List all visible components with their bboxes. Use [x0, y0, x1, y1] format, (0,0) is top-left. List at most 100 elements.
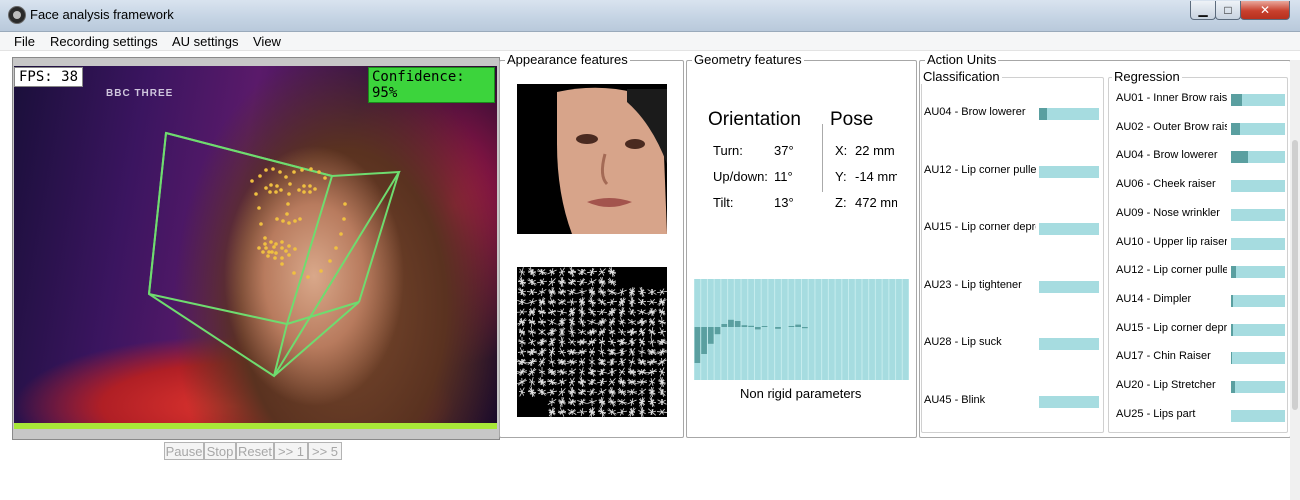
app-icon: [8, 6, 26, 24]
hog-cell: [607, 288, 617, 296]
landmark-point: [258, 174, 262, 178]
hog-cell: [646, 358, 658, 366]
regression-au-bar: [1231, 122, 1285, 135]
landmark-point: [288, 182, 292, 186]
pose-x-value: 22 mm: [855, 143, 895, 158]
hog-cell: [567, 288, 577, 296]
regression-au-bar: [1231, 294, 1285, 307]
regression-au-label: AU15 - Lip corner depressor: [1116, 321, 1227, 334]
hog-cell: [638, 286, 646, 298]
landmark-point: [269, 183, 273, 187]
menu-file[interactable]: File: [14, 34, 35, 49]
landmark-point: [263, 242, 267, 246]
hog-cell: [587, 296, 597, 308]
regression-au-bar: [1231, 208, 1285, 221]
facial-landmarks: [250, 167, 347, 279]
hog-cell: [607, 337, 617, 347]
geometry-features-title: Geometry features: [692, 52, 804, 67]
step-1-button[interactable]: >> 1: [274, 442, 308, 460]
minimize-button[interactable]: ▁: [1190, 1, 1216, 20]
regression-au-label: AU14 - Dimpler: [1116, 292, 1192, 305]
scrollbar-thumb[interactable]: [1292, 140, 1298, 410]
hog-cell: [648, 317, 656, 327]
hog-cell: [587, 307, 597, 317]
classification-au-label: AU28 - Lip suck: [924, 336, 1002, 348]
landmark-point: [302, 184, 306, 188]
hog-cell: [527, 307, 537, 317]
hog-cell: [597, 368, 607, 376]
stop-button[interactable]: Stop: [204, 442, 236, 460]
landmark-point: [257, 206, 261, 210]
hog-cell: [576, 408, 588, 416]
hog-cell: [627, 318, 637, 326]
hog-cell: [587, 318, 597, 326]
landmark-point: [250, 179, 254, 183]
action-units-title: Action Units: [925, 52, 999, 67]
appearance-features-title: Appearance features: [505, 52, 630, 67]
hog-cell: [607, 277, 617, 287]
maximize-button[interactable]: □: [1215, 1, 1241, 20]
landmark-point: [284, 249, 288, 253]
regression-au-bar: [1231, 237, 1285, 250]
hog-cell: [527, 386, 537, 398]
landmark-point: [293, 247, 297, 251]
hog-cell: [618, 367, 626, 377]
regression-au-label: AU04 - Brow lowerer: [1116, 149, 1218, 162]
hog-cell: [576, 278, 588, 286]
close-button[interactable]: ✕: [1240, 1, 1290, 20]
regression-au-bar-fill: [1231, 151, 1249, 164]
hog-cell: [606, 358, 618, 366]
landmark-point: [292, 170, 296, 174]
hog-cell: [617, 398, 627, 406]
classification-au-label: AU15 - Lip corner depressor: [924, 221, 1036, 233]
hog-cell: [517, 377, 527, 387]
landmark-point: [281, 219, 285, 223]
pause-button[interactable]: Pause: [164, 442, 204, 460]
step-5-button[interactable]: >> 5: [308, 442, 342, 460]
reset-button[interactable]: Reset: [236, 442, 274, 460]
hog-cell: [616, 338, 628, 346]
confidence-bar: [14, 423, 497, 429]
landmark-point: [273, 256, 277, 260]
hog-cell: [657, 327, 667, 337]
pose-x-label: X:: [835, 143, 848, 158]
hog-cell: [567, 267, 577, 278]
menu-view[interactable]: View: [253, 34, 281, 49]
hog-cell: [557, 347, 567, 357]
landmark-point: [269, 240, 273, 244]
landmark-point: [306, 275, 310, 279]
regression-au-bar-fill: [1231, 294, 1233, 307]
hog-cell: [606, 298, 618, 306]
landmark-point: [267, 250, 271, 254]
landmark-point: [264, 186, 268, 190]
hog-cell: [607, 267, 617, 277]
hog-cell: [568, 307, 576, 317]
hog-cell: [628, 357, 636, 367]
landmark-point: [274, 251, 278, 255]
nonrigid-bar: [761, 326, 768, 327]
hog-cell: [537, 388, 547, 396]
menu-au-settings[interactable]: AU settings: [172, 34, 238, 49]
hog-cell: [608, 386, 616, 398]
hog-cell: [636, 317, 648, 327]
classification-au-bar: [1039, 165, 1099, 178]
landmark-point: [287, 192, 291, 196]
landmark-point: [287, 253, 291, 257]
hog-cell: [519, 267, 525, 277]
hog-cell: [597, 297, 607, 307]
menu-recording-settings[interactable]: Recording settings: [50, 34, 158, 49]
hog-cell: [588, 347, 596, 357]
regression-au-label: AU25 - Lips part: [1116, 407, 1196, 420]
hog-cell: [628, 347, 636, 357]
hog-cell: [617, 387, 627, 397]
hog-cell: [526, 288, 538, 296]
title-bar: [0, 0, 1300, 32]
hog-cell: [597, 357, 607, 367]
hog-cell: [638, 396, 646, 408]
hog-cell: [586, 267, 598, 277]
hog-cell: [557, 308, 567, 316]
regression-au-bar-fill: [1231, 266, 1236, 279]
landmark-point: [254, 192, 258, 196]
hog-cell: [627, 398, 637, 406]
hog-cell: [638, 406, 646, 417]
